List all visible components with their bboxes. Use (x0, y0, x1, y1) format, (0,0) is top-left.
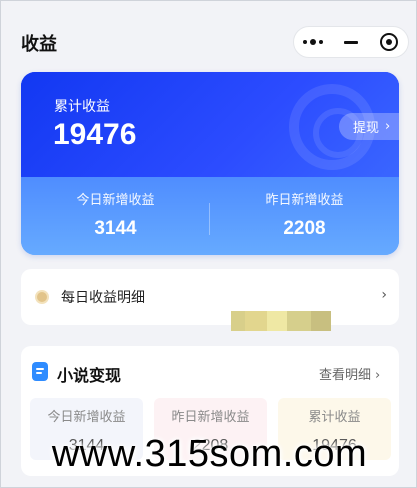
chevron-right-icon: › (385, 119, 391, 134)
close-button[interactable] (370, 27, 408, 57)
yesterday-earnings-label: 昨日新增收益 (265, 193, 344, 208)
withdraw-label: 提现 (353, 121, 380, 136)
yesterday-earnings-stat: 昨日新增收益 2208 (210, 189, 399, 240)
novel-total-label: 累计收益 (308, 410, 361, 425)
coin-icon (35, 290, 49, 304)
mask-block (287, 311, 311, 331)
novel-today-label: 今日新增收益 (47, 410, 126, 425)
total-earnings-value: 19476 (53, 118, 137, 151)
app-frame: 收益 累计收益 19476 提现 › 今日新增收益 3144 昨日新增收益 22… (0, 0, 417, 488)
page-header: 收益 (1, 1, 416, 73)
daily-earnings-detail-row[interactable]: 每日收益明细 › (21, 269, 399, 325)
mini-program-capsule (293, 26, 409, 58)
mask-block (267, 311, 287, 331)
chevron-right-icon: › (375, 368, 381, 383)
mask-block (311, 311, 331, 331)
today-earnings-label: 今日新增收益 (76, 193, 155, 208)
today-earnings-stat: 今日新增收益 3144 (21, 189, 210, 240)
watermark: www.315som.com (51, 433, 368, 475)
document-icon (32, 362, 48, 381)
yesterday-earnings-value: 2208 (283, 218, 326, 239)
today-earnings-value: 3144 (94, 218, 137, 239)
earnings-summary-card: 累计收益 19476 提现 › 今日新增收益 3144 昨日新增收益 2208 (21, 72, 399, 255)
more-button[interactable] (294, 27, 332, 57)
total-earnings-label: 累计收益 (54, 99, 110, 115)
chevron-right-icon: › (381, 287, 387, 303)
novel-yesterday-label: 昨日新增收益 (171, 410, 250, 425)
page-title: 收益 (21, 34, 57, 55)
view-detail-label: 查看明细 (319, 368, 372, 383)
more-dots-icon (303, 39, 323, 45)
mask-block (231, 311, 245, 331)
minimize-button[interactable] (332, 27, 370, 57)
daily-earnings-detail-label: 每日收益明细 (61, 290, 145, 306)
target-icon (380, 33, 398, 51)
view-detail-link[interactable]: 查看明细 › (319, 364, 380, 383)
withdraw-button[interactable]: 提现 › (339, 113, 399, 140)
novel-section-title: 小说变现 (57, 366, 122, 385)
masked-region (231, 311, 331, 331)
mask-block (245, 311, 267, 331)
minus-icon (344, 40, 358, 44)
